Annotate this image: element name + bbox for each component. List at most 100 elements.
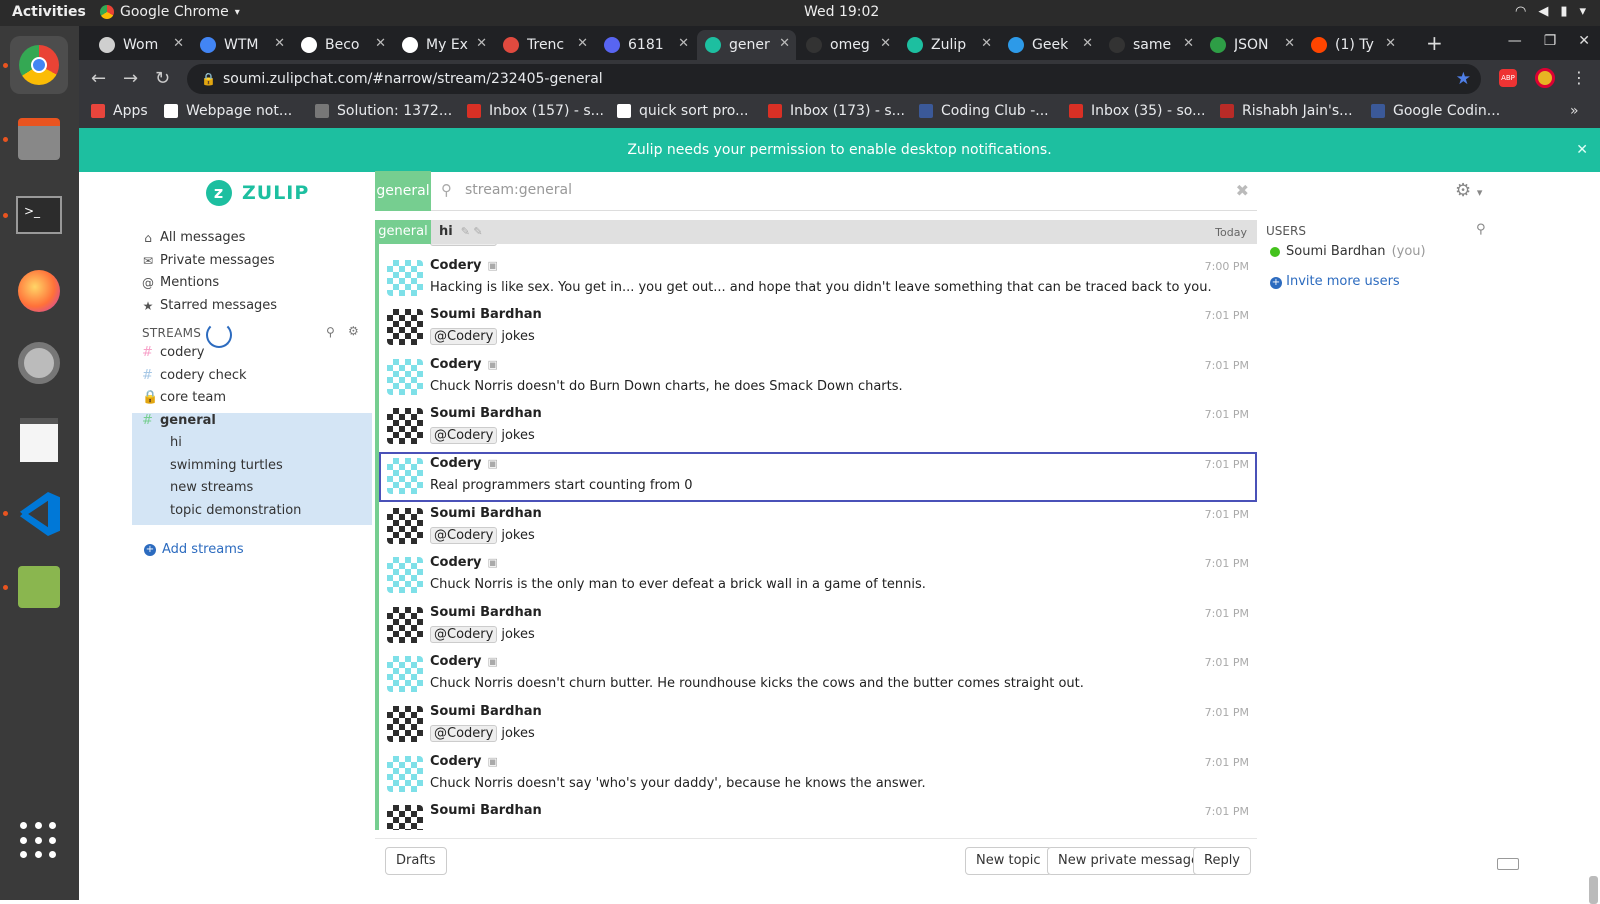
- search-bar[interactable]: general ⚲ stream:general ✖: [375, 171, 1257, 211]
- stream-item[interactable]: 🔒 core team: [142, 390, 226, 405]
- nav-mentions[interactable]: @ Mentions: [142, 275, 219, 290]
- clock[interactable]: Wed 19:02: [804, 4, 879, 20]
- message-row[interactable]: Soumi Bardhan 7:01 PM @Codery jokes: [379, 402, 1257, 452]
- message-sender[interactable]: Soumi Bardhan: [430, 803, 542, 818]
- forward-icon[interactable]: →: [123, 68, 138, 89]
- avatar[interactable]: [387, 705, 423, 742]
- avatar[interactable]: [387, 606, 423, 643]
- nav-private-messages[interactable]: ✉ Private messages: [142, 253, 275, 268]
- message-row[interactable]: Soumi Bardhan 7:01 PM: [379, 799, 1257, 830]
- notification-banner[interactable]: Zulip needs your permission to enable de…: [79, 128, 1600, 172]
- message-sender[interactable]: Soumi Bardhan: [430, 506, 542, 521]
- avatar[interactable]: [387, 557, 423, 594]
- extension-icon[interactable]: [1535, 68, 1555, 88]
- message-sender[interactable]: Codery ▣: [430, 357, 498, 372]
- nav-all-messages[interactable]: ⌂ All messages: [142, 230, 245, 245]
- message-sender[interactable]: Soumi Bardhan: [430, 704, 542, 719]
- bookmark-item[interactable]: Google Codin...: [1371, 103, 1500, 119]
- invite-users-link[interactable]: + Invite more users: [1270, 274, 1400, 289]
- message-sender[interactable]: Soumi Bardhan: [430, 307, 542, 322]
- add-streams-link[interactable]: + Add streams: [144, 542, 244, 557]
- browser-tab[interactable]: same ✕: [1101, 30, 1200, 60]
- bookmark-item[interactable]: Apps: [91, 103, 148, 119]
- bookmark-item[interactable]: quick sort pro...: [617, 103, 748, 119]
- avatar[interactable]: [387, 259, 423, 296]
- close-icon[interactable]: ✕: [1578, 33, 1590, 49]
- maximize-icon[interactable]: ❐: [1544, 33, 1557, 49]
- browser-tab[interactable]: Zulip ✕: [899, 30, 998, 60]
- edit-topic-icon[interactable]: ✎ ✎: [461, 225, 483, 238]
- search-users-icon[interactable]: ⚲: [1476, 222, 1486, 237]
- close-tab-icon[interactable]: ✕: [678, 36, 689, 51]
- close-tab-icon[interactable]: ✕: [1284, 36, 1295, 51]
- adblock-icon[interactable]: ABP: [1499, 69, 1517, 87]
- message-row[interactable]: Codery ▣ 7:00 PM Hacking is like sex. You g…: [379, 254, 1257, 304]
- stream-item[interactable]: # codery check: [142, 368, 247, 383]
- browser-tab[interactable]: My Ex ✕: [394, 30, 493, 60]
- avatar[interactable]: [387, 507, 423, 544]
- message-row[interactable]: Soumi Bardhan 7:01 PM @Codery jokes: [379, 502, 1257, 552]
- reload-icon[interactable]: ↻: [155, 68, 170, 89]
- message-row[interactable]: Codery ▣ 7:01 PM Real programmers start cou…: [379, 451, 1257, 502]
- recipient-bar[interactable]: general hi ✎ ✎ Today: [375, 220, 1257, 244]
- back-icon[interactable]: ←: [91, 68, 106, 89]
- avatar[interactable]: [387, 408, 423, 445]
- menu-icon[interactable]: ⋮: [1571, 68, 1587, 87]
- bookmark-item[interactable]: Inbox (173) - s...: [768, 103, 905, 119]
- stream-item[interactable]: # codery: [142, 345, 204, 360]
- browser-tab[interactable]: Trenc ✕: [495, 30, 594, 60]
- recipient-topic[interactable]: hi ✎ ✎: [439, 224, 483, 239]
- message-sender[interactable]: Codery ▣: [430, 456, 498, 471]
- bookmark-item[interactable]: Solution: 1372...: [315, 103, 452, 119]
- user-mention[interactable]: @Codery: [430, 625, 498, 643]
- new-private-message-button[interactable]: New private message: [1047, 847, 1211, 875]
- more-bookmarks-icon[interactable]: »: [1570, 103, 1579, 119]
- browser-tab[interactable]: (1) Ty ✕: [1303, 30, 1402, 60]
- close-tab-icon[interactable]: ✕: [1183, 36, 1194, 51]
- avatar[interactable]: [387, 457, 423, 494]
- close-icon[interactable]: ✕: [1576, 128, 1588, 172]
- browser-tab[interactable]: gener ✕: [697, 30, 796, 60]
- message-row[interactable]: Soumi Bardhan 7:01 PM @Codery jokes: [379, 303, 1257, 353]
- browser-tab[interactable]: Beco ✕: [293, 30, 392, 60]
- topic-item[interactable]: topic demonstration: [170, 503, 301, 518]
- user-mention[interactable]: @Codery: [430, 328, 498, 346]
- minimize-icon[interactable]: —: [1508, 33, 1522, 49]
- close-tab-icon[interactable]: ✕: [577, 36, 588, 51]
- zulip-logo[interactable]: z ZULIP: [206, 180, 309, 206]
- settings-dock-icon[interactable]: [10, 334, 68, 392]
- bookmark-star-icon[interactable]: ★: [1456, 64, 1471, 94]
- stream-item[interactable]: # general: [142, 413, 216, 428]
- keyboard-shortcuts-icon[interactable]: [1497, 858, 1519, 870]
- avatar[interactable]: [387, 805, 423, 830]
- chrome-dock-icon[interactable]: [10, 36, 68, 94]
- reply-button[interactable]: Reply: [1193, 847, 1252, 875]
- message-sender[interactable]: Codery ▣: [430, 555, 498, 570]
- new-tab-button[interactable]: +: [1426, 31, 1443, 55]
- close-tab-icon[interactable]: ✕: [779, 36, 790, 51]
- search-streams-icon[interactable]: ⚲: [326, 325, 335, 339]
- user-mention[interactable]: @Codery: [430, 526, 498, 544]
- bookmark-item[interactable]: Coding Club -...: [919, 103, 1049, 119]
- close-tab-icon[interactable]: ✕: [274, 36, 285, 51]
- bookmark-item[interactable]: Webpage not...: [164, 103, 292, 119]
- settings-menu[interactable]: ⚙ ▾: [1455, 180, 1482, 201]
- close-tab-icon[interactable]: ✕: [1082, 36, 1093, 51]
- recipient-stream[interactable]: general: [375, 220, 431, 244]
- topic-item[interactable]: new streams: [170, 480, 253, 495]
- close-tab-icon[interactable]: ✕: [880, 36, 891, 51]
- avatar[interactable]: [387, 656, 423, 693]
- message-row[interactable]: Codery ▣ 7:01 PM Chuck Norris doesn't do Bu…: [379, 353, 1257, 403]
- message-row[interactable]: Codery ▣ 7:01 PM Chuck Norris doesn't say '…: [379, 750, 1257, 800]
- terminal-dock-icon[interactable]: >_: [10, 186, 68, 244]
- search-input[interactable]: stream:general: [465, 182, 572, 198]
- user-mention[interactable]: @Codery: [430, 427, 498, 445]
- app-menu[interactable]: Google Chrome ▾: [100, 4, 240, 20]
- address-bar[interactable]: 🔒 soumi.zulipchat.com/#narrow/stream/232…: [187, 64, 1481, 94]
- text-editor-dock-icon[interactable]: [10, 410, 68, 468]
- bookmark-item[interactable]: Inbox (35) - so...: [1069, 103, 1205, 119]
- activities-button[interactable]: Activities: [12, 4, 86, 20]
- browser-tab[interactable]: Wom ✕: [91, 30, 190, 60]
- files-dock-icon[interactable]: [10, 110, 68, 168]
- topic-item[interactable]: hi: [170, 435, 182, 450]
